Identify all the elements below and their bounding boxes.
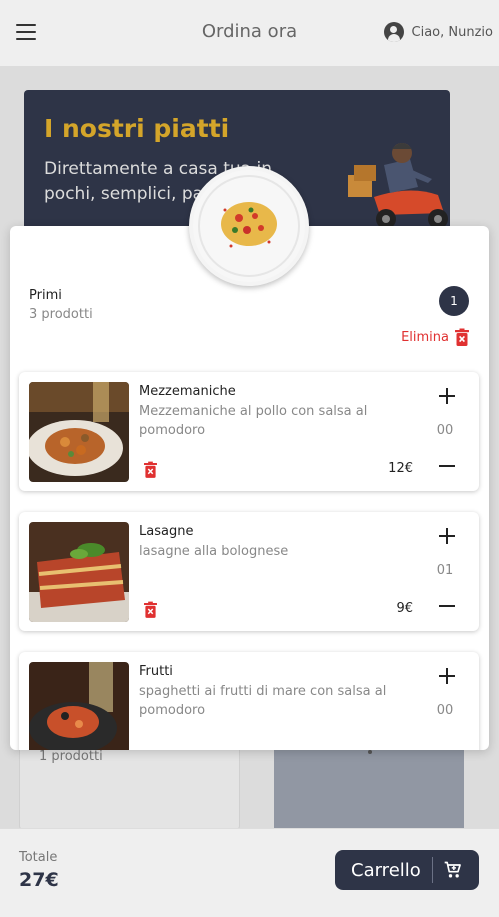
user-greeting: Ciao, Nunzio (411, 24, 493, 40)
cart-button-divider (432, 857, 433, 883)
item-photo (29, 522, 129, 622)
cart-item: Lasagne lasagne alla bolognese 9€ 01 (19, 512, 479, 631)
item-name: Lasagne (139, 524, 194, 539)
trash-x-icon[interactable] (144, 601, 157, 618)
trash-x-icon[interactable] (144, 461, 157, 478)
cart-category-modal: Primi 3 prodotti 1 Elimina Mezzemaniche … (10, 226, 489, 750)
delete-label: Elimina (401, 329, 449, 345)
total-label: Totale (19, 850, 58, 865)
hero-title: I nostri piatti (44, 114, 230, 143)
cart-button-label: Carrello (351, 859, 421, 881)
user-menu[interactable]: Ciao, Nunzio (383, 22, 493, 42)
item-quantity: 00 (436, 703, 454, 718)
category-card-count: 1 prodotti (39, 749, 103, 764)
category-plate-image (189, 166, 309, 286)
delivery-rider-illustration (348, 143, 448, 229)
trash-x-icon (455, 328, 469, 346)
item-description: spaghetti ai frutti di mare con salsa al… (139, 684, 387, 718)
item-photo (29, 382, 129, 482)
bottom-bar: Totale 27€ Carrello (0, 828, 499, 917)
category-count: 3 prodotti (29, 307, 93, 322)
item-price: 12€ (388, 461, 413, 476)
item-photo (29, 662, 129, 750)
item-description: Mezzemaniche al pollo con salsa al pomod… (139, 404, 368, 438)
item-name: Mezzemaniche (139, 384, 236, 399)
item-price: 9€ (396, 601, 413, 616)
decrease-quantity-button[interactable] (439, 465, 455, 467)
category-badge: 1 (439, 286, 469, 316)
total-value: 27€ (19, 869, 59, 891)
cart-button[interactable]: Carrello (335, 850, 479, 890)
top-bar: Ordina ora Ciao, Nunzio (0, 0, 499, 66)
cart-item: Frutti spaghetti ai frutti di mare con s… (19, 652, 479, 750)
delete-category-button[interactable]: Elimina (401, 328, 469, 346)
increase-quantity-button[interactable] (439, 668, 455, 684)
increase-quantity-button[interactable] (439, 528, 455, 544)
increase-quantity-button[interactable] (439, 388, 455, 404)
decrease-quantity-button[interactable] (439, 605, 455, 607)
shopping-cart-icon (444, 861, 461, 878)
item-quantity: 00 (436, 423, 454, 438)
account-circle-icon (383, 22, 404, 42)
image-placeholder-dot (368, 750, 372, 754)
item-description: lasagne alla bolognese (139, 544, 289, 559)
item-quantity: 01 (436, 563, 454, 578)
category-name: Primi (29, 288, 62, 303)
item-name: Frutti (139, 664, 173, 679)
cart-item: Mezzemaniche Mezzemaniche al pollo con s… (19, 372, 479, 491)
